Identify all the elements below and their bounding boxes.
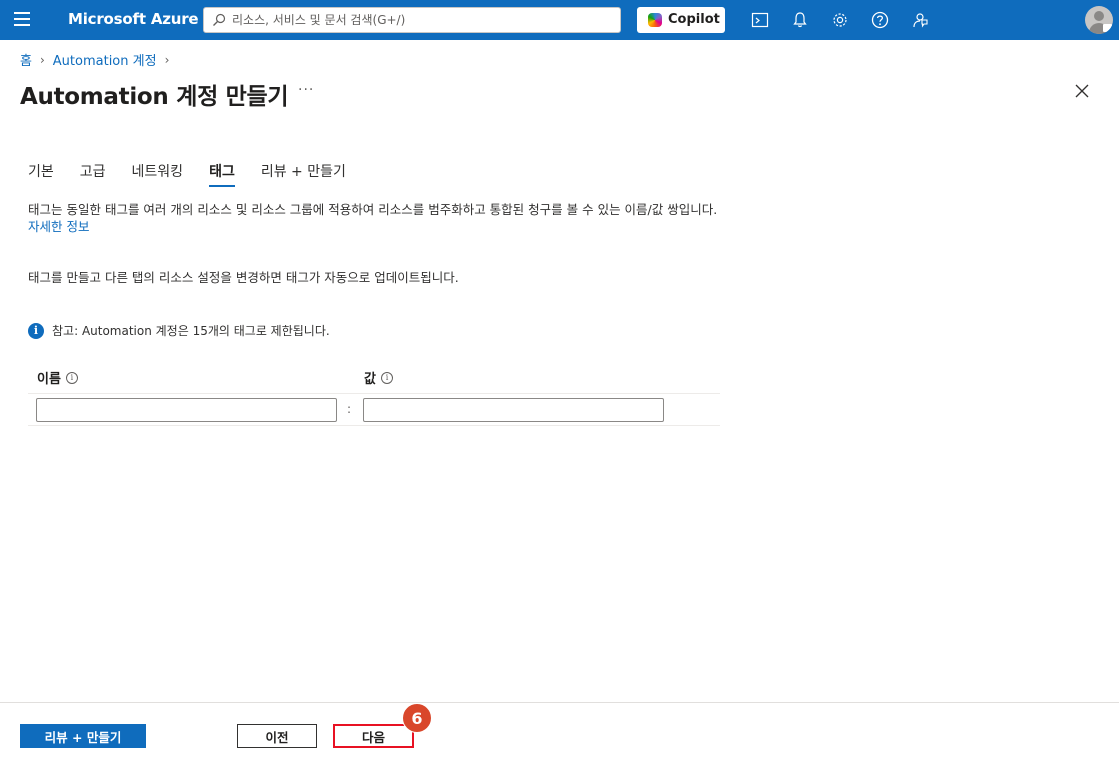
name-value-separator: : [347, 402, 352, 416]
tag-name-input[interactable] [36, 398, 337, 422]
breadcrumb-home[interactable]: 홈 [20, 50, 32, 69]
tab-networking[interactable]: 네트워킹 [132, 161, 184, 187]
copilot-button[interactable]: Copilot [637, 7, 725, 33]
page-title: Automation 계정 만들기 [20, 84, 289, 110]
close-icon[interactable] [1073, 82, 1091, 100]
copilot-logo-icon [648, 13, 662, 27]
review-create-button[interactable]: 리뷰 + 만들기 [20, 724, 146, 748]
value-header-label: 값 [364, 372, 376, 387]
chevron-right-icon: › [164, 52, 170, 67]
tab-basics[interactable]: 기본 [28, 161, 54, 187]
feedback-icon[interactable] [910, 10, 930, 30]
more-options-icon[interactable]: ··· [298, 82, 314, 98]
copilot-label: Copilot [668, 12, 720, 27]
tab-review-create[interactable]: 리뷰 + 만들기 [261, 161, 346, 187]
search-box[interactable] [203, 7, 621, 33]
search-input[interactable] [232, 10, 612, 30]
tags-auto-update-text: 태그를 만들고 다른 탭의 리소스 설정을 변경하면 태그가 자동으로 업데이트… [28, 270, 459, 285]
tab-bar: 기본 고급 네트워킹 태그 리뷰 + 만들기 [28, 161, 372, 187]
lock-icon [1103, 24, 1112, 32]
tab-advanced[interactable]: 고급 [80, 161, 106, 187]
bell-icon[interactable] [790, 10, 810, 30]
tags-description-text: 태그는 동일한 태그를 여러 개의 리소스 및 리소스 그룹에 적용하여 리소스… [28, 202, 718, 217]
name-column-header: 이름 i [37, 368, 78, 387]
tags-description: 태그는 동일한 태그를 여러 개의 리소스 및 리소스 그룹에 적용하여 리소스… [28, 201, 728, 235]
breadcrumb: 홈 › Automation 계정 › [20, 50, 177, 70]
value-column-header: 값 i [364, 368, 393, 387]
gear-icon[interactable] [830, 10, 850, 30]
search-icon [213, 13, 226, 26]
next-button[interactable]: 다음 [333, 724, 414, 748]
tab-tags[interactable]: 태그 [209, 161, 235, 187]
info-icon[interactable]: i [65, 371, 78, 384]
avatar[interactable] [1085, 6, 1113, 34]
info-icon[interactable]: i [380, 371, 393, 384]
menu-icon[interactable] [14, 12, 32, 28]
divider [28, 425, 720, 426]
brand-title[interactable]: Microsoft Azure [68, 10, 199, 28]
learn-more-link[interactable]: 자세한 정보 [28, 219, 89, 234]
name-header-label: 이름 [37, 372, 61, 387]
limit-note: i 참고: Automation 계정은 15개의 태그로 제한됩니다. [28, 322, 330, 339]
footer-divider [0, 702, 1119, 703]
breadcrumb-automation[interactable]: Automation 계정 [53, 50, 157, 69]
chevron-right-icon: › [39, 52, 45, 67]
info-icon: i [28, 322, 44, 339]
top-bar: Microsoft Azure Copilot [0, 0, 1119, 40]
help-icon[interactable] [870, 10, 890, 30]
step-badge: 6 [402, 703, 432, 733]
tag-value-input[interactable] [363, 398, 664, 422]
cloud-shell-icon[interactable] [750, 10, 770, 30]
divider [28, 393, 720, 394]
limit-note-text: 참고: Automation 계정은 15개의 태그로 제한됩니다. [52, 324, 330, 338]
previous-button[interactable]: 이전 [237, 724, 317, 748]
